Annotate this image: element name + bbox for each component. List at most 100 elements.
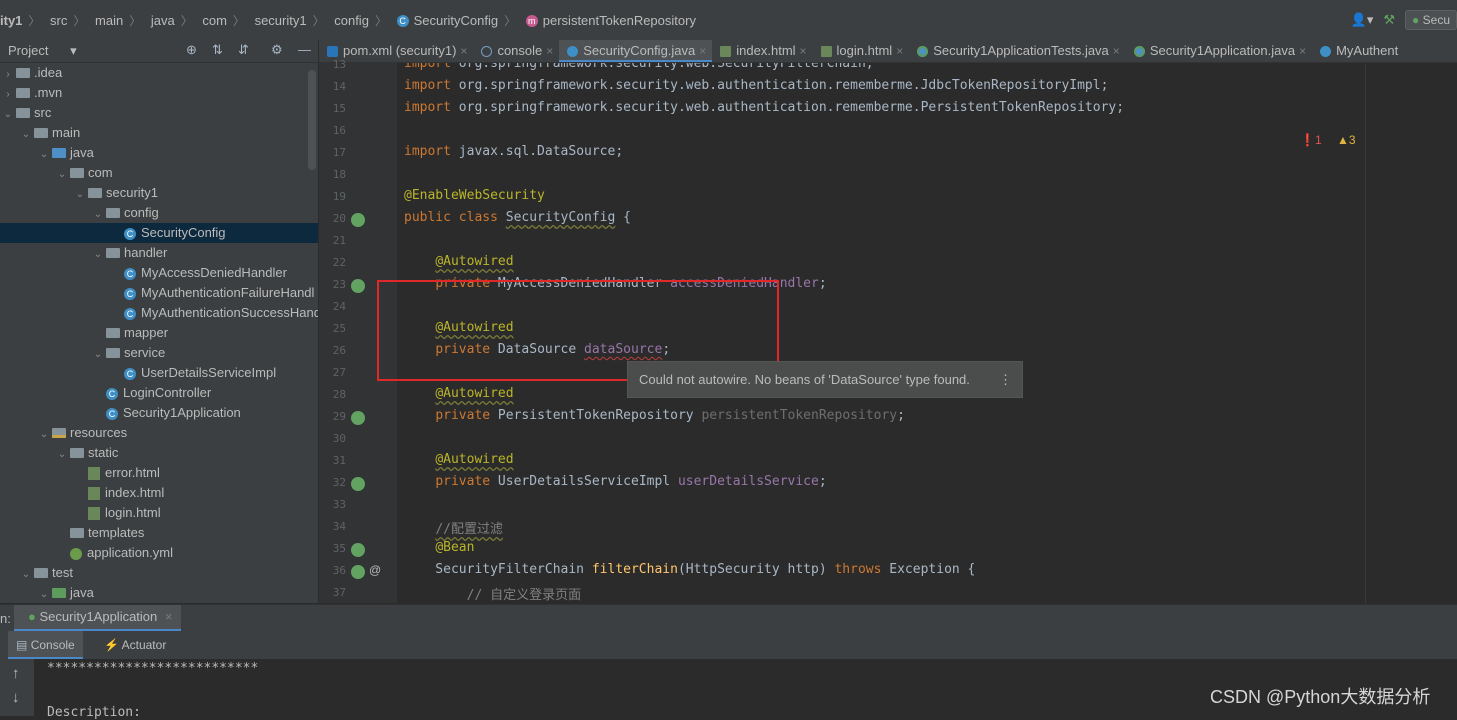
tree-item[interactable]: ⌄ service [0, 343, 318, 363]
editor-tab[interactable]: console × [473, 40, 559, 62]
breadcrumb-com[interactable]: com [202, 13, 227, 28]
build-hammer-icon[interactable]: ⚒ [1383, 12, 1395, 28]
editor-tab[interactable]: Security1ApplicationTests.java × [909, 40, 1126, 62]
expand-arrow-icon[interactable]: ⌄ [74, 185, 86, 205]
spring-bean-gutter-icon[interactable] [351, 477, 365, 491]
tab-console[interactable]: ▤ Console [8, 631, 83, 659]
gear-icon[interactable]: ⚙ [271, 42, 283, 58]
hide-panel-icon[interactable]: — [298, 42, 311, 57]
breadcrumb-main[interactable]: main [95, 13, 123, 28]
tree-item[interactable]: C MyAccessDeniedHandler [0, 263, 318, 283]
tree-scrollbar[interactable] [308, 70, 316, 170]
breadcrumb-project[interactable]: ity1 [0, 13, 22, 28]
user-icon[interactable]: 👤▾ [1351, 12, 1374, 28]
tree-item[interactable]: › .idea [0, 63, 318, 83]
breadcrumb-java[interactable]: java [151, 13, 175, 28]
code-line[interactable]: import org.springframework.security.web.… [404, 100, 1124, 115]
expand-arrow-icon[interactable]: ⌄ [92, 245, 104, 265]
spring-bean-gutter-icon[interactable] [351, 213, 365, 227]
tree-item[interactable]: ⌄ resources [0, 423, 318, 443]
run-configuration-selector[interactable]: ● Secu [1405, 10, 1457, 30]
expand-arrow-icon[interactable]: ⌄ [38, 145, 50, 165]
inspection-widget[interactable]: ❗1 ▲3 ▲3 ▲4 ✔6 [1300, 133, 1365, 147]
code-line[interactable]: import org.springframework.security.web.… [404, 78, 1108, 93]
breadcrumb-src[interactable]: src [50, 13, 67, 28]
code-line[interactable]: private PersistentTokenRepository persis… [404, 408, 905, 423]
close-tab-icon[interactable]: × [699, 44, 706, 58]
close-tab-icon[interactable]: × [896, 44, 903, 58]
breadcrumb-member[interactable]: persistentTokenRepository [543, 13, 696, 28]
tab-actuator[interactable]: ⚡ Actuator [98, 631, 172, 659]
tree-item[interactable]: C MyAuthenticationSuccessHand [0, 303, 318, 323]
expand-arrow-icon[interactable]: ⌄ [92, 205, 104, 225]
tree-item[interactable]: mapper [0, 323, 318, 343]
expand-arrow-icon[interactable]: › [2, 85, 14, 105]
scroll-up-icon[interactable]: ↑ [12, 665, 20, 682]
spring-bean-gutter-icon[interactable] [351, 543, 365, 557]
collapse-all-icon[interactable]: ⇵ [238, 42, 249, 58]
more-actions-icon[interactable]: ⋮ [999, 362, 1012, 397]
code-line[interactable]: @EnableWebSecurity [404, 188, 545, 203]
expand-arrow-icon[interactable]: ⌄ [56, 165, 68, 185]
breadcrumb-config[interactable]: config [334, 13, 369, 28]
close-tab-icon[interactable]: × [800, 44, 807, 58]
tree-item[interactable]: ⌄ handler [0, 243, 318, 263]
spring-bean-gutter-icon[interactable] [351, 411, 365, 425]
editor-tab[interactable]: index.html × [712, 40, 812, 62]
tree-item[interactable]: ⌄ static [0, 443, 318, 463]
expand-all-icon[interactable]: ⇅ [212, 42, 223, 58]
editor-tab[interactable]: SecurityConfig.java × [559, 40, 713, 62]
tree-item[interactable]: C LoginController [0, 383, 318, 403]
tree-item[interactable]: ⌄ java [0, 143, 318, 163]
tree-item[interactable]: login.html [0, 503, 318, 523]
close-tab-icon[interactable]: × [460, 44, 467, 58]
locate-target-icon[interactable]: ⊕ [186, 42, 197, 58]
editor-tab[interactable]: login.html × [813, 40, 910, 62]
tree-item[interactable]: C SecurityConfig [0, 223, 318, 243]
close-tab-icon[interactable]: × [1299, 44, 1306, 58]
tree-item[interactable]: ⌄ java [0, 583, 318, 603]
close-icon[interactable]: × [165, 609, 173, 624]
tree-item[interactable]: error.html [0, 463, 318, 483]
code-line[interactable]: @Autowired [404, 386, 513, 401]
close-tab-icon[interactable]: × [1113, 44, 1120, 58]
tree-item[interactable]: C MyAuthenticationFailureHandl [0, 283, 318, 303]
code-line[interactable]: private UserDetailsServiceImpl userDetai… [404, 474, 826, 489]
editor-tab[interactable]: Security1Application.java × [1126, 40, 1312, 62]
expand-arrow-icon[interactable]: › [2, 65, 14, 85]
tree-item[interactable]: ⌄ config [0, 203, 318, 223]
request-mapping-icon[interactable]: @ [369, 563, 381, 577]
code-line[interactable]: // 自定义登录页面 [404, 584, 581, 603]
tree-item[interactable]: ⌄ test [0, 563, 318, 583]
tree-item[interactable]: ⌄ security1 [0, 183, 318, 203]
tree-item[interactable]: C Security1Application [0, 403, 318, 423]
tree-item[interactable]: ⌄ main [0, 123, 318, 143]
breadcrumb-class[interactable]: SecurityConfig [414, 13, 499, 28]
code-line[interactable]: @Bean [404, 540, 474, 555]
tree-item[interactable]: ⌄ com [0, 163, 318, 183]
code-line[interactable]: import javax.sql.DataSource; [404, 144, 623, 159]
code-line[interactable]: @Autowired [404, 452, 513, 467]
expand-arrow-icon[interactable]: ⌄ [92, 345, 104, 365]
code-line[interactable]: //配置过滤 [404, 518, 503, 537]
expand-arrow-icon[interactable]: ⌄ [38, 425, 50, 445]
spring-bean-gutter-icon[interactable] [351, 565, 365, 579]
tree-item[interactable]: templates [0, 523, 318, 543]
expand-arrow-icon[interactable]: ⌄ [20, 125, 32, 145]
expand-arrow-icon[interactable]: ⌄ [56, 445, 68, 465]
code-line[interactable]: @Autowired [404, 254, 513, 269]
code-line[interactable]: public class SecurityConfig { [404, 210, 631, 225]
spring-bean-gutter-icon[interactable] [351, 279, 365, 293]
editor-tab[interactable]: MyAuthent [1312, 40, 1404, 62]
breadcrumb-security1[interactable]: security1 [255, 13, 307, 28]
code-line[interactable]: import org.springframework.security.web.… [404, 63, 874, 71]
project-view-selector[interactable]: Project ▾ [8, 43, 77, 59]
close-tab-icon[interactable]: × [546, 44, 553, 58]
tree-item[interactable]: index.html [0, 483, 318, 503]
expand-arrow-icon[interactable]: ⌄ [20, 565, 32, 585]
expand-arrow-icon[interactable]: ⌄ [2, 105, 14, 125]
tree-item[interactable]: C UserDetailsServiceImpl [0, 363, 318, 383]
scroll-down-icon[interactable]: ↓ [12, 689, 20, 706]
expand-arrow-icon[interactable]: ⌄ [38, 585, 50, 603]
run-tab-security1application[interactable]: ● Security1Application × [14, 605, 181, 631]
